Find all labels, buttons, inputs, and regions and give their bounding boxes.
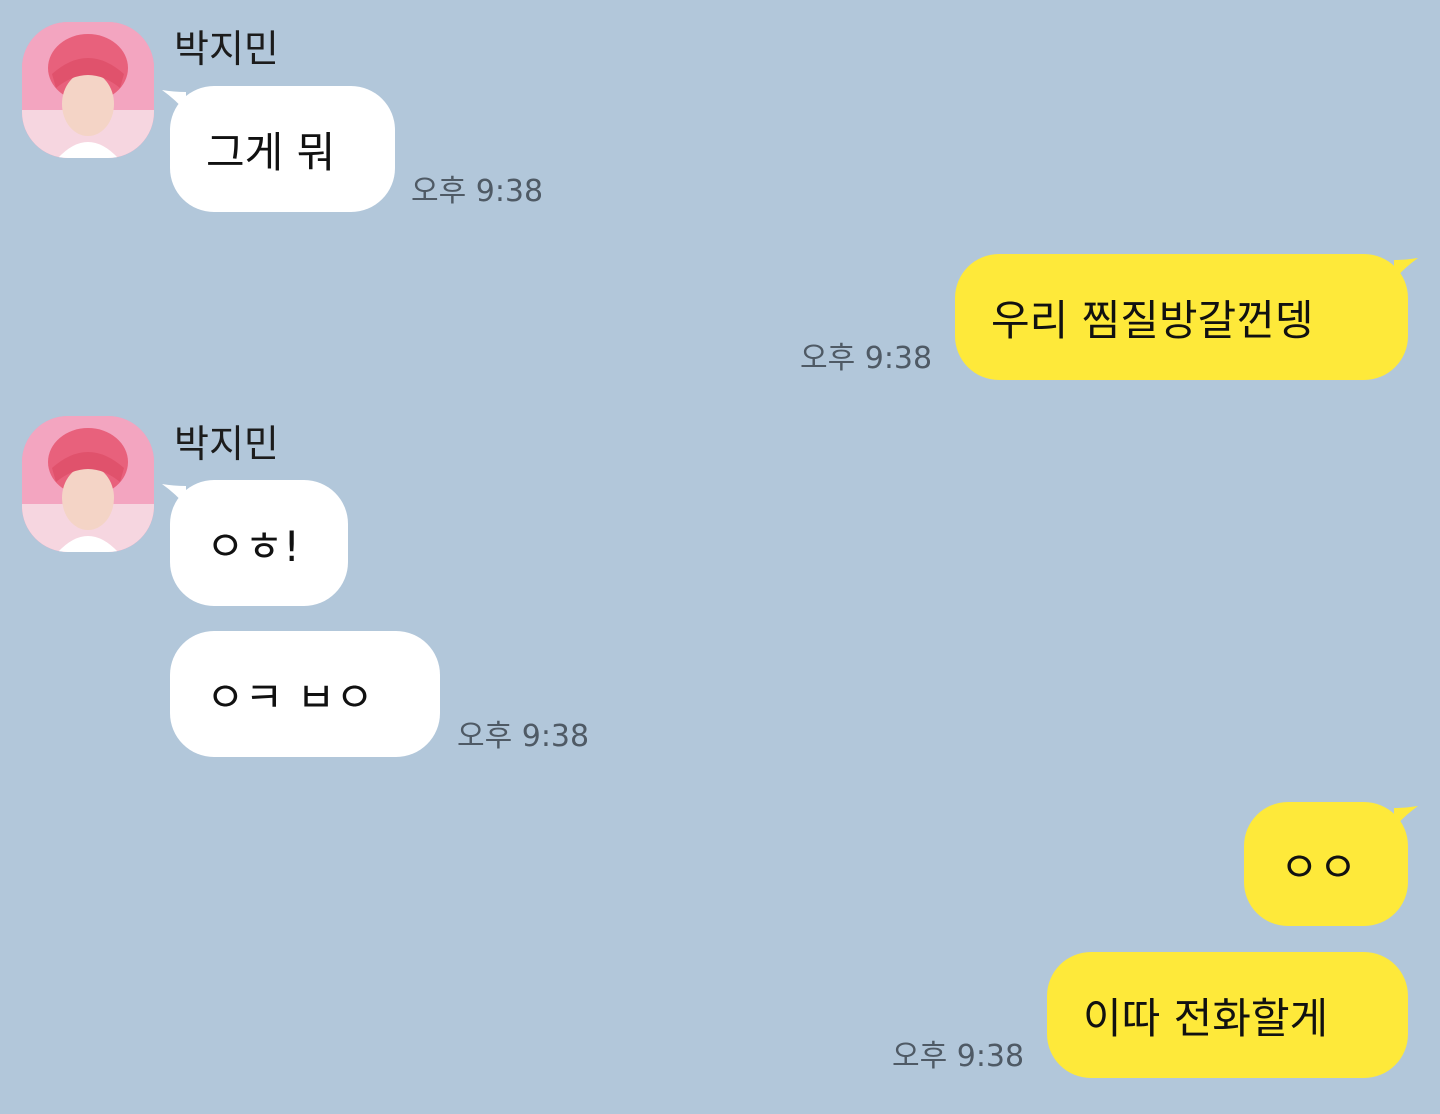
message-text: ㅇㅎ!: [206, 521, 301, 571]
message-time: 오후 9:38: [457, 719, 590, 754]
message-text: 우리 찜질방갈껀뎅: [991, 295, 1314, 345]
message-time: 오후 9:38: [411, 174, 544, 209]
message-bubble[interactable]: 우리 찜질방갈껀뎅: [955, 254, 1408, 380]
message-bubble[interactable]: 그게 뭐: [170, 86, 395, 212]
avatar[interactable]: [22, 416, 154, 552]
message-text: 이따 전화할게: [1083, 993, 1329, 1043]
profile-photo-icon: [22, 416, 154, 552]
message-time: 오후 9:38: [800, 341, 933, 376]
bubble-tail: [1394, 258, 1418, 280]
message-bubble[interactable]: 이따 전화할게: [1047, 952, 1408, 1078]
message-text: ㅇㅋ ㅂㅇ: [206, 672, 374, 722]
message-text: 그게 뭐: [206, 127, 336, 177]
message-text: ㅇㅇ: [1280, 842, 1358, 892]
bubble-tail: [1394, 806, 1418, 828]
avatar[interactable]: [22, 22, 154, 158]
message-bubble[interactable]: ㅇㅋ ㅂㅇ: [170, 631, 440, 757]
message-bubble[interactable]: ㅇㅇ: [1244, 802, 1408, 926]
message-bubble[interactable]: ㅇㅎ!: [170, 480, 348, 606]
message-time: 오후 9:38: [892, 1039, 1025, 1074]
profile-photo-icon: [22, 22, 154, 158]
sender-name: 박지민: [174, 27, 279, 71]
sender-name: 박지민: [174, 422, 279, 466]
